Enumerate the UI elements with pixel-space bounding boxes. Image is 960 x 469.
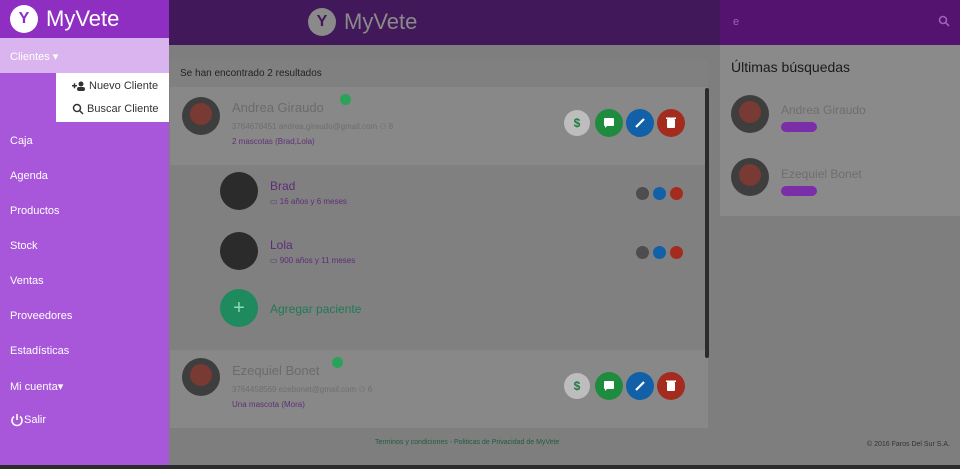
buscar-cliente-label: Buscar Cliente (87, 103, 159, 115)
add-patient-label[interactable]: Agregar paciente (270, 302, 361, 316)
folder-button[interactable] (636, 187, 649, 200)
logout-button[interactable]: Salir (10, 413, 46, 427)
pet-name[interactable]: Brad (270, 179, 295, 193)
footer-copyright: © 2016 Faros Del Sur S.A. (867, 441, 950, 448)
logo-icon: Y (10, 5, 38, 33)
nuevo-cliente-label: Nuevo Cliente (89, 80, 159, 92)
recent-badge (781, 122, 817, 132)
client-avatar (182, 358, 220, 396)
add-patient-button[interactable]: + (220, 289, 258, 327)
edit-button[interactable] (653, 246, 666, 259)
sidebar-item-agenda[interactable]: Agenda (10, 170, 48, 182)
sidebar-item-caja[interactable]: Caja (10, 135, 33, 147)
recent-avatar (731, 158, 769, 196)
top-bar: Y MyVete (169, 0, 720, 45)
delete-button[interactable] (670, 246, 683, 259)
client-name[interactable]: Ezequiel Bonet (232, 363, 319, 378)
delete-button[interactable] (657, 372, 685, 400)
header-brand-name: MyVete (344, 9, 418, 34)
client-pets-link[interactable]: 2 mascotas (Brad,Lola) (232, 137, 315, 146)
pets-list: Brad ▭ 16 años y 6 meses Lola ▭ 900 años… (190, 162, 708, 347)
sidebar-item-proveedores[interactable]: Proveedores (10, 310, 72, 322)
caret-down-icon: ▾ (57, 381, 64, 393)
recent-avatar (731, 95, 769, 133)
client-row[interactable]: Andrea Giraudo 3764678451 andrea.giraudo… (170, 87, 708, 165)
edit-icon (635, 381, 645, 391)
online-indicator (332, 357, 343, 368)
caret-down-icon: ▾ (49, 51, 59, 63)
calendar-icon: ▭ (270, 197, 280, 206)
client-contact: 3764458569 ezebonet@gmail.com ⚇ 6 (232, 385, 373, 394)
client-row[interactable]: Ezequiel Bonet 3764458569 ezebonet@gmail… (170, 350, 708, 428)
delete-icon (666, 117, 676, 128)
sidebar-item-mi-cuenta[interactable]: Mi cuenta▾ (10, 380, 63, 393)
results-panel: Se han encontrado 2 resultados Andrea Gi… (170, 60, 708, 428)
search-user-icon (72, 103, 84, 115)
delete-button[interactable] (670, 187, 683, 200)
online-indicator (340, 94, 351, 105)
results-scrollbar[interactable] (705, 88, 709, 358)
client-pets-link[interactable]: Una mascota (Mora) (232, 400, 305, 409)
client-avatar (182, 97, 220, 135)
pet-avatar (220, 172, 258, 210)
add-user-icon (72, 81, 85, 91)
pet-name[interactable]: Lola (270, 238, 293, 252)
sidebar-item-label: Clientes (10, 51, 50, 63)
search-input[interactable]: e (733, 16, 739, 28)
delete-icon (666, 380, 676, 391)
recent-badge (781, 186, 817, 196)
header-brand[interactable]: Y MyVete (308, 8, 417, 36)
recent-searches-panel: Últimas búsquedas Andrea Giraudo Ezequie… (720, 45, 960, 216)
sidebar-item-clientes[interactable]: Clientes ▾ (0, 38, 169, 73)
folder-button[interactable] (636, 246, 649, 259)
recent-searches-title: Últimas búsquedas (731, 59, 851, 75)
sidebar-brand[interactable]: Y MyVete (0, 0, 169, 38)
clientes-dropdown: Nuevo Cliente Buscar Cliente (56, 73, 169, 122)
logout-label: Salir (24, 414, 47, 426)
message-button[interactable] (595, 109, 623, 137)
edit-button[interactable] (653, 187, 666, 200)
message-button[interactable] (595, 372, 623, 400)
search-icon[interactable] (938, 15, 950, 27)
client-contact: 3764678451 andrea.giraudo@gmail.com ⚇ 8 (232, 122, 394, 131)
message-icon (604, 118, 614, 128)
edit-button[interactable] (626, 372, 654, 400)
buscar-cliente-link[interactable]: Buscar Cliente (56, 99, 169, 119)
delete-button[interactable] (657, 109, 685, 137)
power-icon (11, 414, 23, 427)
money-button[interactable]: $ (564, 110, 590, 136)
edit-button[interactable] (626, 109, 654, 137)
sidebar-item-estadisticas[interactable]: Estadísticas (10, 345, 69, 357)
brand-name: MyVete (46, 6, 120, 31)
client-name[interactable]: Andrea Giraudo (232, 100, 324, 115)
pet-age-text: 16 años y 6 meses (279, 197, 347, 206)
sidebar: Y MyVete Clientes ▾ Nuevo Cliente Buscar… (0, 0, 169, 469)
recent-search-item[interactable]: Andrea Giraudo (781, 103, 866, 117)
search-bar[interactable]: e (720, 0, 960, 45)
logo-icon: Y (308, 8, 336, 36)
pet-age: ▭ 16 años y 6 meses (270, 197, 347, 206)
sidebar-item-ventas[interactable]: Ventas (10, 275, 44, 287)
sidebar-item-productos[interactable]: Productos (10, 205, 60, 217)
nuevo-cliente-link[interactable]: Nuevo Cliente (56, 76, 169, 96)
money-button[interactable]: $ (564, 373, 590, 399)
pet-avatar (220, 232, 258, 270)
edit-icon (635, 118, 645, 128)
results-summary: Se han encontrado 2 resultados (180, 68, 322, 79)
bottom-strip (0, 465, 960, 469)
recent-search-item[interactable]: Ezequiel Bonet (781, 167, 862, 181)
footer-links[interactable]: Terminos y condiciones - Politicas de Pr… (375, 439, 559, 446)
message-icon (604, 381, 614, 391)
sidebar-item-label: Mi cuenta (10, 381, 58, 393)
pet-age: ▭ 900 años y 11 meses (270, 256, 355, 265)
sidebar-item-stock[interactable]: Stock (10, 240, 38, 252)
calendar-icon: ▭ (270, 256, 280, 265)
pet-age-text: 900 años y 11 meses (279, 256, 356, 265)
